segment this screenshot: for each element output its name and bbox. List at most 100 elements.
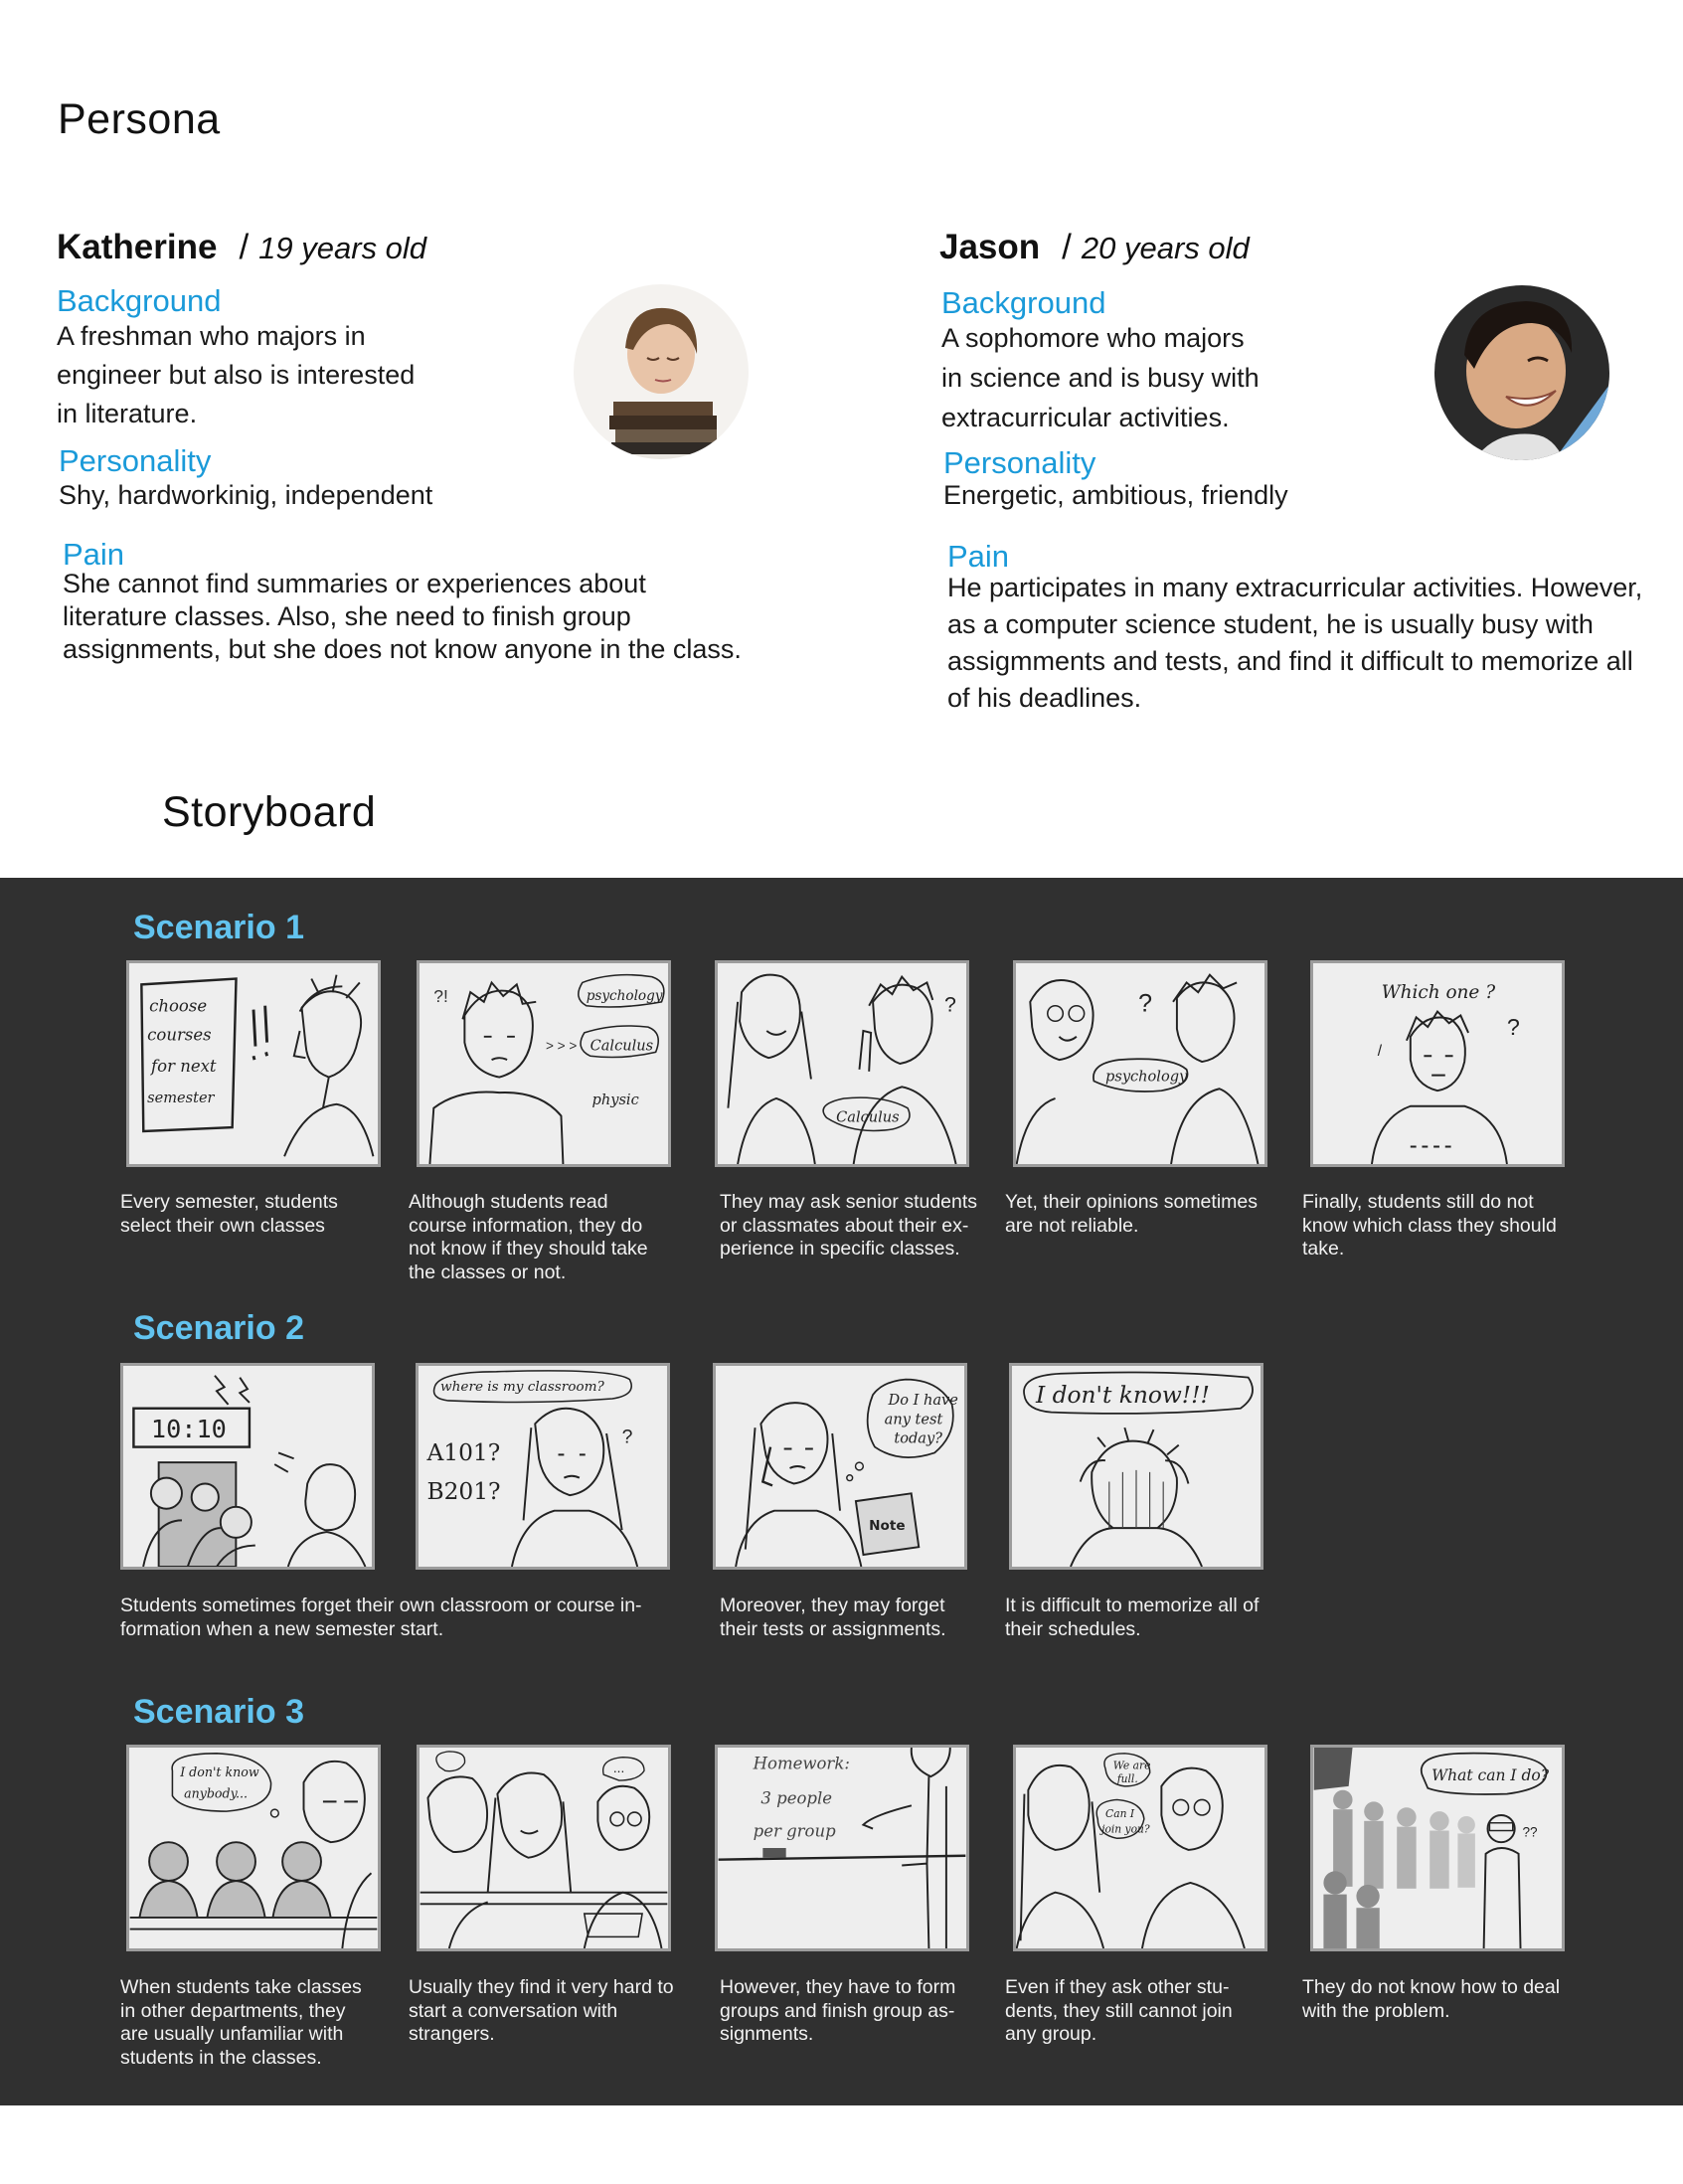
pain-text: She cannot find summaries or experiences… bbox=[63, 568, 858, 666]
persona-heading: Persona bbox=[58, 95, 221, 143]
storyboard-caption: Usually they find it very hard to start … bbox=[409, 1976, 674, 2047]
sketch-text: What can I do? bbox=[1431, 1766, 1550, 1784]
scenario-title: Scenario 1 bbox=[133, 909, 304, 946]
storyboard-sketch: ... bbox=[417, 1745, 671, 1951]
sketch-text: We are bbox=[1113, 1759, 1151, 1771]
sketch-text: per group bbox=[754, 1821, 836, 1840]
sketch-text: Calculus bbox=[590, 1037, 653, 1054]
background-label: Background bbox=[941, 285, 1106, 320]
text-line: in literature. bbox=[57, 399, 198, 428]
caption-line: perience in specific classes. bbox=[720, 1238, 960, 1260]
persona-slash: / bbox=[1062, 228, 1072, 266]
sketch-text: any test bbox=[885, 1411, 943, 1428]
sketch-text: I don't know!!! bbox=[1035, 1382, 1210, 1409]
sketch-mark: ? bbox=[944, 993, 956, 1017]
sketch-text: Can I bbox=[1105, 1807, 1135, 1820]
sketch-text: choose bbox=[149, 997, 207, 1016]
storyboard-sketch: What can I do? ?? bbox=[1310, 1745, 1565, 1951]
caption-line: or classmates about their ex- bbox=[720, 1214, 969, 1237]
sketch-text: semester bbox=[147, 1090, 215, 1106]
storyboard-sketch: Homework: 3 people per group bbox=[715, 1745, 969, 1951]
caption-line: are usually unfamiliar with bbox=[120, 2023, 344, 2045]
personality-label: Personality bbox=[59, 443, 212, 478]
sketch-text: where is my classroom? bbox=[440, 1379, 604, 1395]
caption-line: not know if they should take bbox=[409, 1238, 648, 1260]
storyboard-caption: Finally, students still do not know whic… bbox=[1302, 1191, 1557, 1261]
personality-text: Shy, hardworkinig, independent bbox=[59, 480, 433, 510]
sketch-mark: ? bbox=[622, 1427, 633, 1448]
caption-line: formation when a new semester start. bbox=[120, 1617, 444, 1640]
sketch-text: today? bbox=[894, 1430, 942, 1447]
pain-text: He participates in many extracurricular … bbox=[947, 570, 1673, 717]
sketch-text: psychology bbox=[1105, 1068, 1188, 1085]
storyboard-sketch: choose courses for next semester bbox=[126, 960, 381, 1167]
sketch-text: psychology bbox=[587, 988, 663, 1004]
persona-name: Jason bbox=[939, 228, 1041, 266]
caption-line: select their own classes bbox=[120, 1214, 325, 1237]
text-line: literature classes. Also, she need to fi… bbox=[63, 601, 631, 631]
caption-line: They may ask senior students bbox=[720, 1191, 978, 1213]
sketch-text: join you? bbox=[1099, 1822, 1150, 1835]
text-line: assignments, but she does not know anyon… bbox=[63, 634, 742, 664]
storyboard-sketch: Which one ? ? / bbox=[1310, 960, 1565, 1167]
sketch-text: courses bbox=[147, 1026, 211, 1045]
caption-line: Although students read bbox=[409, 1191, 608, 1213]
sketch-mark: / bbox=[1378, 1043, 1383, 1060]
text-line: in science and is busy with bbox=[941, 363, 1260, 393]
caption-line: Moreover, they may forget bbox=[720, 1595, 945, 1616]
sketch-text: Do I have bbox=[888, 1392, 958, 1409]
caption-line: take. bbox=[1302, 1238, 1345, 1260]
caption-line: with the problem. bbox=[1302, 1999, 1450, 2022]
storyboard-caption: Moreover, they may forget their tests or… bbox=[720, 1595, 946, 1641]
caption-line: Yet, their opinions sometimes bbox=[1005, 1191, 1258, 1213]
jason-avatar bbox=[1434, 285, 1609, 460]
text-line: He participates in many extracurricular … bbox=[947, 573, 1643, 602]
personality-text: Energetic, ambitious, friendly bbox=[943, 480, 1288, 510]
sketch-text: ... bbox=[613, 1761, 624, 1775]
sketch-text: full. bbox=[1116, 1772, 1138, 1785]
background-text: A freshman who majors in engineer but al… bbox=[57, 317, 514, 433]
caption-line: their tests or assignments. bbox=[720, 1617, 946, 1640]
caption-line: their schedules. bbox=[1005, 1617, 1141, 1640]
caption-line: They do not know how to deal bbox=[1302, 1976, 1561, 1998]
caption-line: When students take classes bbox=[120, 1976, 362, 1998]
persona-slash: / bbox=[239, 228, 250, 266]
caption-line: in other departments, they bbox=[120, 1999, 346, 2022]
storyboard-sketch: Note Do I have any test today? bbox=[713, 1363, 967, 1570]
sketch-text: Which one ? bbox=[1382, 982, 1496, 1003]
storyboard-caption: When students take classes in other depa… bbox=[120, 1976, 362, 2070]
storyboard-sketch: ?! psychology Calculus physic > > > bbox=[417, 960, 671, 1167]
storyboard-sketch: I don't know!!! bbox=[1009, 1363, 1263, 1570]
background-label: Background bbox=[57, 283, 222, 318]
sketch-text: I don't know bbox=[179, 1764, 259, 1779]
sketch-text: for next bbox=[149, 1057, 217, 1076]
text-line: of his deadlines. bbox=[947, 683, 1142, 713]
caption-line: Finally, students still do not bbox=[1302, 1191, 1534, 1213]
text-line: A sophomore who majors bbox=[941, 323, 1245, 353]
persona-age: 20 years old bbox=[1081, 231, 1250, 265]
storyboard-caption: Students sometimes forget their own clas… bbox=[120, 1595, 642, 1641]
caption-line: Every semester, students bbox=[120, 1191, 338, 1213]
caption-line: the classes or not. bbox=[409, 1260, 567, 1283]
storyboard-heading: Storyboard bbox=[162, 788, 377, 836]
text-line: engineer but also is interested bbox=[57, 360, 416, 390]
caption-line: Students sometimes forget their own clas… bbox=[120, 1595, 642, 1616]
caption-line: students in the classes. bbox=[120, 2046, 322, 2069]
sketch-text: 10:10 bbox=[151, 1415, 227, 1443]
sketch-text: physic bbox=[592, 1092, 639, 1108]
katherine-avatar bbox=[574, 284, 749, 459]
storyboard-sketch: I don't know anybody... bbox=[126, 1745, 381, 1951]
storyboard-caption: Every semester, students select their ow… bbox=[120, 1191, 338, 1238]
sketch-text: Calculus bbox=[836, 1108, 899, 1125]
storyboard-caption: Yet, their opinions sometimes are not re… bbox=[1005, 1191, 1258, 1238]
caption-line: Usually they find it very hard to bbox=[409, 1976, 674, 1998]
persona-header-katherine: Katherine /19 years old bbox=[57, 228, 426, 267]
sketch-text: B201? bbox=[426, 1478, 500, 1505]
storyboard-sketch: ? psychology bbox=[1013, 960, 1267, 1167]
sketch-text: 3 people bbox=[760, 1788, 832, 1807]
scenario-title: Scenario 3 bbox=[133, 1693, 304, 1731]
persona-name: Katherine bbox=[57, 228, 218, 266]
storyboard-caption: They do not know how to deal with the pr… bbox=[1302, 1976, 1560, 2023]
caption-line: course information, they do bbox=[409, 1214, 643, 1237]
storyboard-caption: Even if they ask other stu- dents, they … bbox=[1005, 1976, 1233, 2047]
